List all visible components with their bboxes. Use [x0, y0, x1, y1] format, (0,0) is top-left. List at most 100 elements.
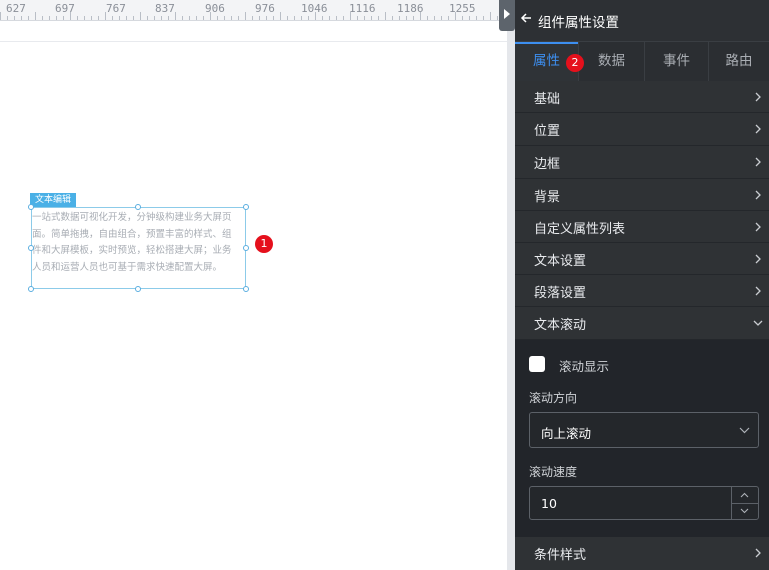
chevron-down-icon	[739, 427, 750, 434]
section-custom-properties[interactable]: 自定义属性列表	[515, 211, 769, 243]
ruler-tick	[420, 12, 421, 20]
ruler-tick	[329, 16, 330, 20]
horizontal-ruler: 627 697 767 837 906 976 1046 1116 1186 1…	[0, 0, 507, 21]
ruler-tick	[147, 16, 148, 20]
ruler-tick	[406, 16, 407, 20]
text-line: 人员和运营人员也可基于需求快速配置大屏。	[32, 261, 223, 273]
ruler-tick	[126, 16, 127, 20]
ruler-tick	[455, 12, 456, 20]
text-line: 面。简单拖拽，自由组合，预置丰富的样式、组	[32, 228, 232, 240]
chevron-right-icon	[755, 190, 761, 200]
scroll-display-checkbox[interactable]	[529, 356, 545, 372]
tab-routes[interactable]: 路由	[709, 42, 769, 81]
ruler-tick	[98, 16, 99, 20]
ruler-tick-label: 1116	[349, 2, 376, 15]
section-label: 边框	[534, 157, 561, 172]
ruler-tick	[189, 16, 190, 20]
ruler-tick	[84, 16, 85, 20]
section-border[interactable]: 边框	[515, 146, 769, 179]
resize-handle-top-left[interactable]	[28, 204, 34, 210]
collapse-panel-button[interactable]	[499, 0, 515, 31]
chevron-down-icon	[753, 320, 763, 326]
design-canvas[interactable]: 627 697 767 837 906 976 1046 1116 1186 1…	[0, 0, 507, 570]
ruler-tick	[399, 16, 400, 20]
ruler-tick	[259, 16, 260, 20]
ruler-tick	[7, 16, 8, 20]
text-component-content[interactable]: 一站式数据可视化开发，分钟级构建业务大屏页 面。简单拖拽，自由组合，预置丰富的样…	[32, 210, 246, 276]
ruler-tick	[413, 16, 414, 20]
ruler-tick	[210, 12, 211, 20]
resize-handle-bottom-right[interactable]	[243, 286, 249, 292]
back-arrow-icon[interactable]	[520, 12, 532, 24]
ruler-tick	[441, 16, 442, 20]
ruler-tick	[161, 16, 162, 20]
ruler-tick	[56, 16, 57, 20]
ruler-tick	[133, 16, 134, 20]
ruler-tick	[448, 16, 449, 20]
ruler-tick	[490, 12, 491, 20]
scroll-speed-value: 10	[541, 496, 557, 511]
ruler-tick	[385, 12, 386, 20]
ruler-tick	[224, 16, 225, 20]
section-label: 文本设置	[534, 254, 587, 269]
scroll-speed-stepper	[731, 487, 758, 519]
section-text-scroll[interactable]: 文本滚动	[515, 307, 769, 340]
section-paragraph-settings[interactable]: 段落设置	[515, 275, 769, 307]
step-badge-2: 2	[566, 54, 584, 72]
text-line: 一站式数据可视化开发，分钟级构建业务大屏页	[32, 212, 232, 223]
ruler-tick	[364, 16, 365, 20]
section-label: 基础	[534, 92, 561, 107]
ruler-tick	[105, 12, 106, 20]
ruler-tick	[14, 16, 15, 20]
resize-handle-top[interactable]	[135, 204, 141, 210]
ruler-tick-label: 976	[255, 2, 275, 15]
ruler-tick	[168, 16, 169, 20]
ruler-tick	[497, 16, 498, 20]
chevron-down-icon	[740, 508, 749, 514]
resize-handle-right[interactable]	[243, 245, 249, 251]
ruler-tick-label: 837	[155, 2, 175, 15]
section-label: 背景	[534, 190, 561, 205]
section-label: 段落设置	[534, 286, 587, 301]
ruler-tick	[77, 16, 78, 20]
ruler-tick	[308, 16, 309, 20]
chevron-right-icon	[755, 254, 761, 264]
section-conditional-style[interactable]: 条件样式	[515, 537, 769, 570]
scroll-speed-input[interactable]: 10	[529, 486, 759, 520]
resize-handle-bottom[interactable]	[135, 286, 141, 292]
section-position[interactable]: 位置	[515, 113, 769, 146]
tab-data[interactable]: 数据	[579, 42, 645, 81]
section-label: 文本滚动	[534, 318, 587, 333]
ruler-tick	[70, 12, 71, 20]
decrement-button[interactable]	[732, 503, 758, 519]
ruler-tick	[357, 16, 358, 20]
panel-title: 组件属性设置	[538, 15, 619, 31]
chevron-right-icon	[755, 92, 761, 102]
ruler-tick	[231, 16, 232, 20]
increment-button[interactable]	[732, 487, 758, 504]
section-basic[interactable]: 基础	[515, 81, 769, 113]
scroll-direction-label: 滚动方向	[529, 391, 578, 405]
chevron-right-icon	[755, 286, 761, 296]
scroll-direction-select[interactable]: 向上滚动	[529, 412, 759, 448]
ruler-tick	[154, 16, 155, 20]
ruler-tick	[238, 16, 239, 20]
chevron-up-icon	[740, 492, 749, 498]
ruler-tick	[175, 12, 176, 20]
ruler-tick	[427, 16, 428, 20]
ruler-tick	[476, 16, 477, 20]
section-text-settings[interactable]: 文本设置	[515, 243, 769, 275]
ruler-tick	[469, 16, 470, 20]
canvas-guide-line	[0, 41, 507, 42]
ruler-tick	[140, 12, 141, 20]
resize-handle-left[interactable]	[28, 245, 34, 251]
ruler-tick	[434, 16, 435, 20]
resize-handle-bottom-left[interactable]	[28, 286, 34, 292]
ruler-tick	[42, 16, 43, 20]
resize-handle-top-right[interactable]	[243, 204, 249, 210]
section-background[interactable]: 背景	[515, 179, 769, 211]
tab-events[interactable]: 事件	[645, 42, 709, 81]
ruler-tick	[322, 16, 323, 20]
ruler-tick-label: 906	[205, 2, 225, 15]
ruler-tick	[266, 16, 267, 20]
